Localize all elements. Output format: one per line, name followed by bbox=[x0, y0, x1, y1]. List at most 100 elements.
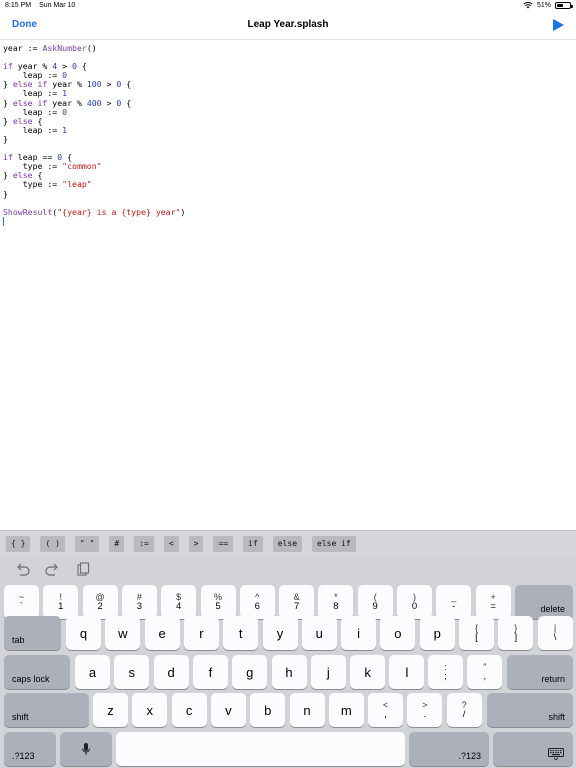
accessory-key[interactable]: { } bbox=[6, 535, 31, 552]
code-token: 400 bbox=[86, 97, 102, 108]
space-key[interactable] bbox=[116, 732, 405, 766]
left-shift-key[interactable]: shift bbox=[4, 693, 89, 727]
code-token: > bbox=[101, 97, 117, 108]
accessory-key[interactable]: else bbox=[272, 535, 303, 552]
code-line[interactable]: } else { bbox=[3, 116, 573, 126]
key-v[interactable]: v bbox=[210, 693, 246, 727]
keyboard-shortcut-bar bbox=[0, 556, 576, 584]
redo-icon[interactable] bbox=[44, 562, 60, 576]
accessory-key[interactable]: if bbox=[243, 535, 263, 552]
key-symbol: / bbox=[462, 709, 466, 720]
key-z[interactable]: z bbox=[93, 693, 128, 727]
key-t[interactable]: t bbox=[223, 616, 259, 650]
key-k[interactable]: k bbox=[350, 655, 386, 689]
key-=[interactable]: + = bbox=[475, 585, 511, 619]
accessory-key[interactable]: := bbox=[134, 535, 154, 552]
paste-icon[interactable] bbox=[75, 562, 91, 576]
key-symbol-1[interactable]: }] bbox=[498, 616, 534, 650]
key-o[interactable]: o bbox=[380, 616, 416, 650]
accessory-key[interactable]: < bbox=[163, 535, 179, 552]
key-symbol: \ bbox=[553, 632, 557, 643]
key-9[interactable]: (9 bbox=[357, 585, 393, 619]
code-line[interactable]: if year % 4 > 0 { bbox=[3, 62, 573, 71]
key-j[interactable]: j bbox=[310, 655, 346, 689]
key-w[interactable]: w bbox=[105, 616, 141, 650]
dictation-key[interactable] bbox=[60, 732, 112, 766]
code-line[interactable]: } else if year % 100 > 0 { bbox=[3, 80, 573, 89]
code-editor[interactable]: year := AskNumber() if year % 4 > 0 { lea… bbox=[0, 40, 576, 530]
key-symbol-0[interactable]: {[ bbox=[459, 616, 494, 650]
key-i[interactable]: i bbox=[341, 616, 377, 650]
hide-keyboard-key[interactable] bbox=[493, 732, 573, 766]
numbers-key-left[interactable]: .?123 bbox=[4, 732, 56, 766]
play-icon[interactable] bbox=[552, 18, 565, 32]
key-symbol-a-0[interactable]: :; bbox=[428, 655, 463, 689]
key-symbol-z-2[interactable]: ? / bbox=[446, 693, 482, 727]
key-symbol-z-0[interactable]: <, bbox=[368, 693, 403, 727]
key-symbol-z-1[interactable]: >. bbox=[407, 693, 443, 727]
key-8[interactable]: * 8 bbox=[318, 585, 354, 619]
key-u[interactable]: u bbox=[301, 616, 337, 650]
code-token: } bbox=[3, 188, 8, 199]
code-token: leap := bbox=[3, 124, 63, 135]
code-line[interactable]: leap := 0 bbox=[3, 107, 573, 117]
key-f[interactable]: f bbox=[192, 655, 228, 689]
accessory-key[interactable]: ( ) bbox=[40, 535, 65, 552]
key-c[interactable]: c bbox=[171, 693, 207, 727]
key-6[interactable]: ^ 6 bbox=[239, 585, 275, 619]
key-5[interactable]: % 5 bbox=[200, 585, 236, 619]
key-y[interactable]: y bbox=[262, 616, 298, 650]
code-line[interactable] bbox=[3, 216, 573, 226]
key-x[interactable]: x bbox=[132, 693, 168, 727]
tab-key[interactable]: tab bbox=[4, 616, 61, 650]
code-token: 1 bbox=[62, 124, 68, 135]
delete-key[interactable]: delete bbox=[515, 585, 573, 619]
key-4[interactable]: $4 bbox=[161, 585, 197, 619]
code-line[interactable]: leap := 1 bbox=[3, 124, 573, 135]
key-`[interactable]: ~ ` bbox=[4, 585, 39, 619]
code-line[interactable]: } else if year % 400 > 0 { bbox=[3, 97, 573, 108]
key-a[interactable]: a bbox=[75, 655, 110, 689]
undo-icon[interactable] bbox=[15, 562, 31, 576]
numbers-key-right[interactable]: .?123 bbox=[409, 732, 489, 766]
key-p[interactable]: p bbox=[419, 616, 455, 650]
key--[interactable]: _ - bbox=[436, 585, 472, 619]
key-symbol-2[interactable]: | \ bbox=[537, 616, 573, 650]
accessory-key[interactable]: > bbox=[188, 535, 204, 552]
accessory-key[interactable]: else if bbox=[312, 535, 356, 552]
right-shift-key[interactable]: shift bbox=[487, 693, 573, 727]
key-2[interactable]: @2 bbox=[82, 585, 118, 619]
key-7[interactable]: & 7 bbox=[279, 585, 315, 619]
key-3[interactable]: #3 bbox=[121, 585, 157, 619]
accessory-key[interactable]: " " bbox=[74, 535, 100, 552]
key-r[interactable]: r bbox=[183, 616, 219, 650]
code-line[interactable]: } bbox=[3, 134, 573, 144]
key-1[interactable]: ! 1 bbox=[43, 585, 79, 619]
key-l[interactable]: l bbox=[389, 655, 425, 689]
code-line[interactable]: year := AskNumber() bbox=[3, 43, 573, 53]
return-key[interactable]: return bbox=[507, 655, 573, 689]
code-line[interactable]: ShowResult("{year} is a {type} year") bbox=[3, 207, 573, 217]
key-s[interactable]: s bbox=[114, 655, 150, 689]
key-b[interactable]: b bbox=[250, 693, 286, 727]
key-letter: s bbox=[128, 664, 136, 680]
key-m[interactable]: m bbox=[328, 693, 364, 727]
key-n[interactable]: n bbox=[289, 693, 325, 727]
accessory-key[interactable]: # bbox=[109, 535, 125, 552]
code-line[interactable] bbox=[3, 144, 573, 153]
key-symbol-a-1[interactable]: ", bbox=[467, 655, 503, 689]
key-h[interactable]: h bbox=[271, 655, 307, 689]
key-g[interactable]: g bbox=[232, 655, 268, 689]
code-line[interactable] bbox=[3, 53, 573, 62]
key-letter: k bbox=[364, 664, 371, 680]
code-line[interactable]: } bbox=[3, 188, 573, 199]
key-q[interactable]: q bbox=[66, 616, 101, 650]
key-letter: f bbox=[208, 664, 213, 680]
code-line[interactable]: type := "leap" bbox=[3, 180, 573, 189]
code-line[interactable]: type := "common" bbox=[3, 162, 573, 171]
key-0[interactable]: ) 0 bbox=[397, 585, 432, 619]
caps-lock-key[interactable]: caps lock bbox=[4, 655, 70, 689]
accessory-key[interactable]: == bbox=[213, 535, 234, 552]
key-d[interactable]: d bbox=[153, 655, 189, 689]
key-e[interactable]: e bbox=[144, 616, 180, 650]
